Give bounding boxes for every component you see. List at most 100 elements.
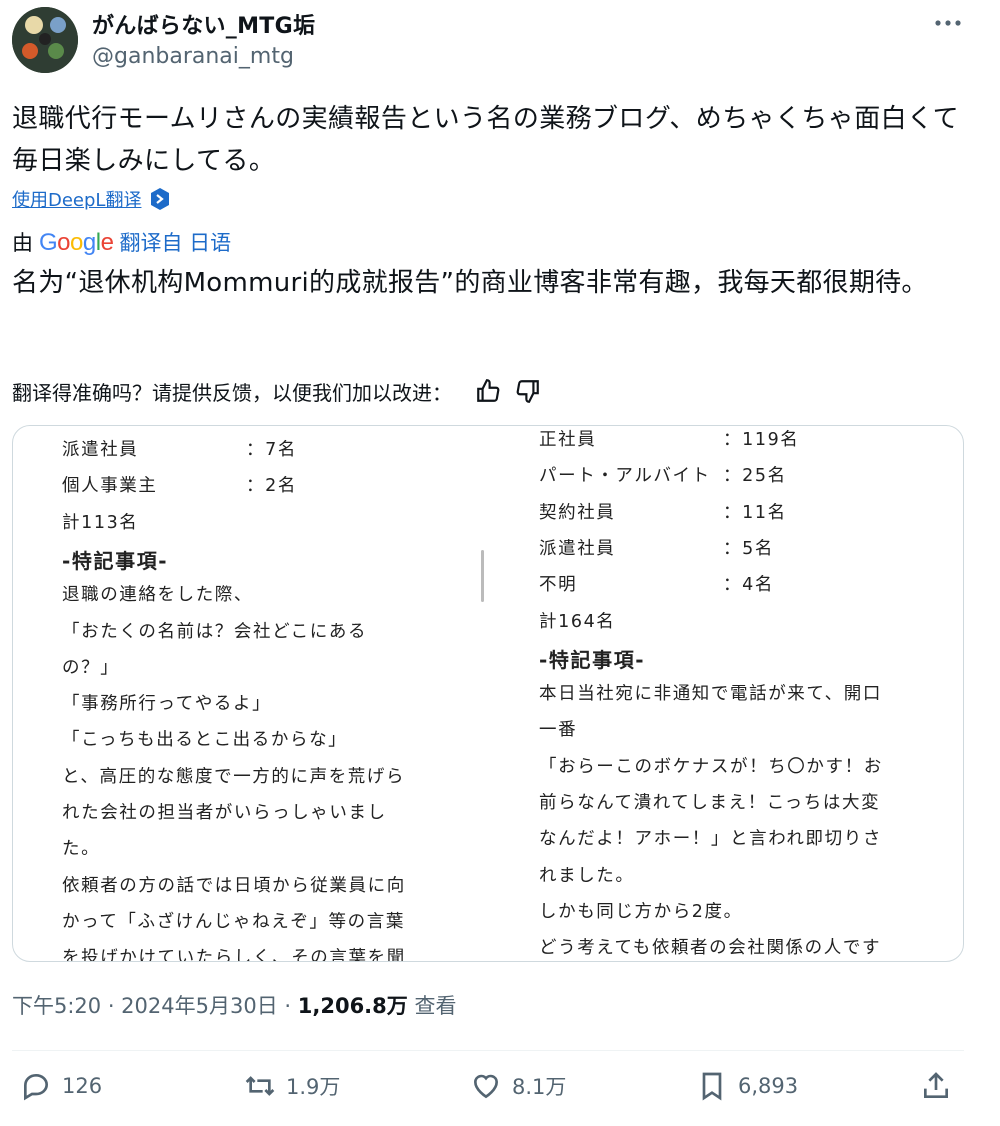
tweet-text: 退職代行モームリさんの実績報告という名の業務ブログ、めちゃくちゃ面白くて毎日楽し… bbox=[12, 104, 960, 176]
like-count: 8.1万 bbox=[512, 1075, 567, 1099]
document-line: を投げかけていたらしく、その言葉を聞 bbox=[62, 944, 406, 962]
document-line-text: 前らなんて潰れてしまえ！こっちは大変 bbox=[539, 793, 881, 813]
document-line: 不明 ：4名 bbox=[539, 571, 772, 596]
action-bar: 126 1.9万 8.1万 6,893 bbox=[0, 1070, 1000, 1114]
document-line-text: -特記事項- bbox=[539, 647, 646, 672]
document-line-text: 計113名 bbox=[62, 512, 139, 533]
document-line-text: 契約社員 bbox=[539, 502, 616, 523]
document-line-text: れました。 bbox=[539, 865, 635, 886]
deepl-icon bbox=[149, 187, 171, 211]
document-line: なんだよ！アホー！」と言われ即切りさ bbox=[539, 825, 882, 850]
bookmark-icon bbox=[702, 1072, 722, 1101]
document-line-text: の？」 bbox=[62, 657, 120, 678]
document-line-text: を投げかけていたらしく、その言葉を聞 bbox=[62, 948, 406, 962]
document-line-text: かって「ふざけんじゃねえぞ」等の言葉 bbox=[62, 911, 405, 932]
document-line: 一番 bbox=[539, 716, 577, 741]
document-heading: -特記事項- bbox=[539, 644, 645, 673]
document-line: 退職の連絡をした際、 bbox=[62, 581, 253, 606]
like-button[interactable]: 8.1万 bbox=[470, 1070, 566, 1102]
document-line-text: 「こっちも出るとこ出るからな」 bbox=[62, 730, 348, 751]
document-line-text: なんだよ！アホー！」と言われ即切りさ bbox=[539, 829, 882, 850]
document-line-text: 退職の連絡をした際、 bbox=[62, 585, 253, 606]
document-heading: -特記事項- bbox=[62, 545, 168, 574]
document-line-text: れた会社の担当者がいらっしゃいまし bbox=[62, 803, 387, 823]
document-line-text: パート・アルバイト bbox=[539, 466, 711, 487]
document-line: 計113名 bbox=[62, 509, 138, 534]
bookmark-count: 6,893 bbox=[738, 1074, 799, 1098]
thumbs-up-icon[interactable] bbox=[472, 375, 504, 407]
document-line: た。 bbox=[62, 835, 100, 860]
document-line-text: 本日当社宛に非通知で電話が来て、開口 bbox=[539, 684, 882, 705]
author-display-name[interactable]: がんばらない_MTG垢 bbox=[92, 8, 315, 40]
document-line: れました。 bbox=[539, 862, 635, 887]
document-line-text: どう考えても依頼者の会社関係の人です bbox=[539, 938, 882, 959]
author-handle[interactable]: @ganbaranai_mtg bbox=[92, 44, 294, 69]
document-line-text: 一番 bbox=[539, 720, 578, 741]
document-line-value: ：5名 bbox=[723, 538, 774, 559]
document-line-text: 依頼者の方の話では日頃から従業員に向 bbox=[62, 875, 406, 896]
document-line-text: 個人事業主 bbox=[62, 476, 158, 497]
tweet-meta: 下午5:20 · 2024年5月30日 · 1,206.8万 查看 bbox=[12, 990, 456, 1020]
reply-count: 126 bbox=[62, 1074, 103, 1098]
document-line-text: 派遣社員 bbox=[539, 538, 616, 559]
feedback-prompt: 翻译得准确吗？请提供反馈，以便我们加以改进： bbox=[12, 380, 452, 405]
document-line: どう考えても依頼者の会社関係の人です bbox=[539, 934, 881, 959]
document-line-value: ：2名 bbox=[246, 476, 297, 497]
document-line: 「おたくの名前は？会社どこにある bbox=[62, 618, 367, 643]
document-line-text: と、高圧的な態度で一方的に声を荒げら bbox=[62, 766, 406, 787]
document-line-text: た。 bbox=[62, 839, 101, 860]
translation-feedback: 翻译得准确吗？请提供反馈，以便我们加以改进： bbox=[12, 375, 544, 407]
repost-button[interactable]: 1.9万 bbox=[244, 1070, 340, 1102]
share-icon bbox=[924, 1072, 948, 1098]
document-line: かって「ふざけんじゃねえぞ」等の言葉 bbox=[62, 908, 405, 933]
document-line-value: ：25名 bbox=[723, 466, 787, 487]
document-line-text: 正社員 bbox=[539, 430, 597, 450]
document-line: 計164名 bbox=[539, 608, 615, 633]
document-line-text: 派遣社員 bbox=[62, 440, 139, 460]
heart-icon bbox=[473, 1074, 499, 1099]
document-line: 契約社員 ：11名 bbox=[539, 499, 785, 524]
translation-language-link[interactable]: 翻译自 日语 bbox=[119, 227, 231, 257]
document-line-text: 不明 bbox=[539, 575, 578, 596]
document-line: 依頼者の方の話では日頃から従業員に向 bbox=[62, 872, 406, 897]
document-line-value: ：119名 bbox=[723, 430, 800, 450]
more-icon[interactable] bbox=[932, 10, 964, 36]
scroll-divider bbox=[481, 550, 484, 602]
google-logo: Google bbox=[39, 229, 114, 256]
document-line-value: ：7名 bbox=[246, 440, 297, 460]
view-count: 1,206.8万 bbox=[297, 994, 408, 1018]
document-line: パート・アルバイト ：25名 bbox=[539, 462, 785, 487]
attached-image[interactable]: 派遣社員 ：7名個人事業主 ：2名計113名 -特記事項- 退職の連絡をした際、「おたく… bbox=[12, 425, 964, 962]
document-line: 派遣社員 ：5名 bbox=[539, 535, 772, 560]
translation-prefix: 由 bbox=[12, 231, 33, 255]
share-button[interactable] bbox=[920, 1070, 962, 1102]
deepl-translate-link[interactable]: 使用DeepL翻译 bbox=[12, 186, 171, 212]
views-label: 查看 bbox=[407, 994, 457, 1018]
document-line-text: しかも同じ方から2度。 bbox=[539, 901, 743, 922]
document-line: れた会社の担当者がいらっしゃいまし bbox=[62, 799, 387, 824]
document-line-text: 「おらーこのボケナスが！ち〇かす！お bbox=[539, 756, 883, 777]
repost-icon bbox=[245, 1076, 275, 1096]
document-line-text: 計164名 bbox=[539, 611, 616, 632]
document-line: しかも同じ方から2度。 bbox=[539, 898, 743, 923]
tweet-time[interactable]: 下午5:20 · 2024年5月30日 · bbox=[12, 994, 298, 1018]
reply-icon bbox=[24, 1073, 49, 1101]
bookmark-button[interactable]: 6,893 bbox=[696, 1070, 798, 1102]
deepl-link-label[interactable]: 使用DeepL翻译 bbox=[12, 186, 141, 212]
document-line-value: ：11名 bbox=[723, 502, 787, 523]
document-line: 「おらーこのボケナスが！ち〇かす！お bbox=[539, 753, 883, 778]
document-line: と、高圧的な態度で一方的に声を荒げら bbox=[62, 763, 405, 788]
document-line-text: 「おたくの名前は？会社どこにある bbox=[62, 621, 368, 642]
repost-count: 1.9万 bbox=[286, 1075, 341, 1099]
thumbs-down-icon[interactable] bbox=[512, 375, 544, 407]
document-line: 前らなんて潰れてしまえ！こっちは大変 bbox=[539, 789, 880, 814]
document-line: 正社員 ：119名 bbox=[539, 426, 798, 451]
translated-text: 名为“退休机构Mommuri的成就报告”的商业博客非常有趣，我每天都很期待。 bbox=[12, 268, 928, 298]
document-line-text: 「事務所行ってやるよ」 bbox=[62, 694, 272, 715]
document-line-text: -特記事項- bbox=[62, 548, 169, 573]
reply-button[interactable]: 126 bbox=[20, 1070, 102, 1102]
divider bbox=[12, 1050, 964, 1051]
translation-source: 由 Google 翻译自 日语 bbox=[12, 227, 231, 257]
avatar[interactable] bbox=[12, 7, 78, 73]
document-line: 「こっちも出るとこ出るからな」 bbox=[62, 726, 347, 751]
